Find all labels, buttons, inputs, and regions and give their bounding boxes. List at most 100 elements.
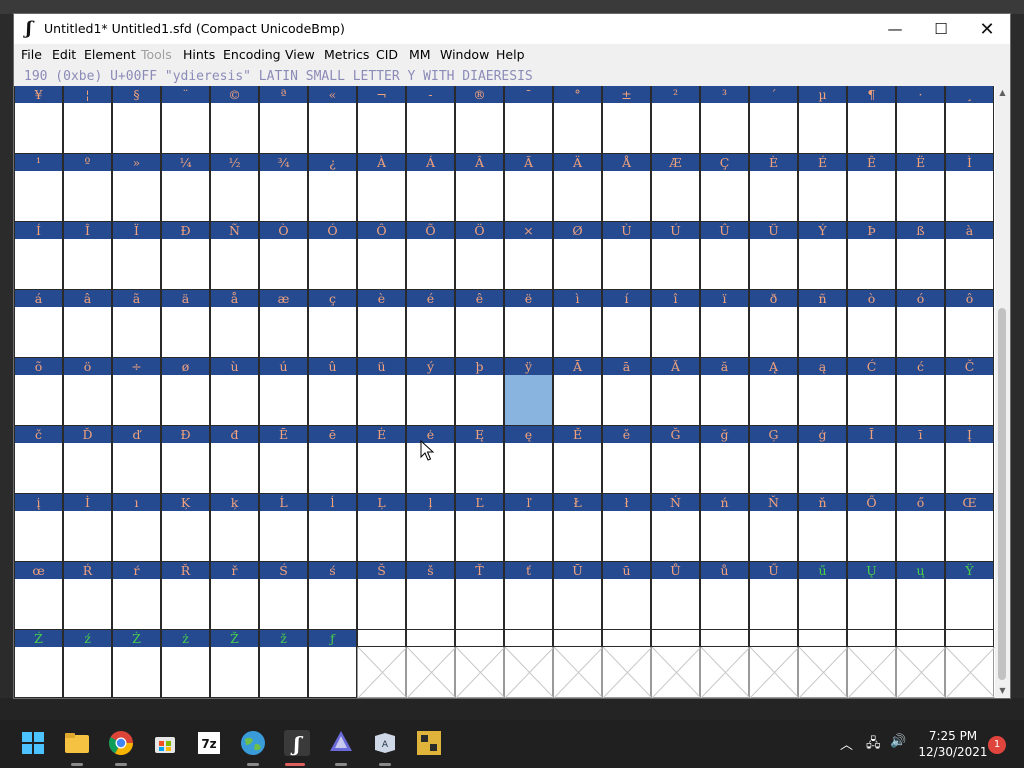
glyph-slot-empty[interactable] <box>357 630 407 698</box>
glyph-cell[interactable]: í <box>602 290 651 358</box>
glyph-box[interactable] <box>112 443 161 494</box>
glyph-cell[interactable]: ø <box>161 358 210 426</box>
glyph-box[interactable] <box>651 103 700 154</box>
glyph-cell[interactable]: · <box>896 86 945 154</box>
glyph-cell[interactable]: Ź <box>14 630 63 698</box>
glyph-cell[interactable]: Ä <box>553 154 602 222</box>
glyph-box[interactable] <box>210 307 259 358</box>
glyph-box[interactable] <box>161 443 210 494</box>
glyph-cell[interactable]: Ű <box>749 562 798 630</box>
glyph-cell[interactable]: ñ <box>798 290 847 358</box>
glyph-cell[interactable]: ľ <box>504 494 553 562</box>
glyph-box[interactable] <box>602 511 651 562</box>
glyph-cell[interactable]: Ī <box>847 426 896 494</box>
glyph-cell[interactable]: Ă <box>651 358 700 426</box>
glyph-cell[interactable]: Ę <box>455 426 504 494</box>
glyph-cell[interactable]: Ð <box>161 222 210 290</box>
glyph-cell[interactable]: ě <box>602 426 651 494</box>
glyph-box[interactable] <box>308 239 357 290</box>
close-button[interactable]: ✕ <box>964 14 1010 44</box>
glyph-box[interactable] <box>14 443 63 494</box>
glyph-cell[interactable]: - <box>406 86 455 154</box>
glyph-box[interactable] <box>602 443 651 494</box>
glyph-cell[interactable]: ś <box>308 562 357 630</box>
glyph-box[interactable] <box>896 579 945 630</box>
menu-window[interactable]: Window <box>440 44 489 66</box>
inkscape-icon[interactable] <box>326 728 356 758</box>
glyph-box[interactable] <box>553 171 602 222</box>
glyph-cell[interactable]: ű <box>798 562 847 630</box>
glyph-cell[interactable]: Ť <box>455 562 504 630</box>
menu-metrics[interactable]: Metrics <box>324 44 369 66</box>
glyph-cell[interactable]: Ő <box>847 494 896 562</box>
scrollbar-thumb[interactable] <box>998 308 1006 680</box>
glyph-box[interactable] <box>798 239 847 290</box>
glyph-slot-empty[interactable] <box>553 630 603 698</box>
glyph-cell[interactable]: ð <box>749 290 798 358</box>
glyph-box[interactable] <box>308 511 357 562</box>
glyph-cell[interactable]: ź <box>63 630 112 698</box>
glyph-box[interactable] <box>210 579 259 630</box>
glyph-box[interactable] <box>406 239 455 290</box>
glyph-cell[interactable]: ä <box>161 290 210 358</box>
glyph-cell[interactable]: ù <box>210 358 259 426</box>
glyph-cell[interactable]: Č <box>945 358 994 426</box>
glyph-box[interactable] <box>14 375 63 426</box>
glyph-box[interactable] <box>749 443 798 494</box>
glyph-box[interactable] <box>63 647 112 698</box>
glyph-cell[interactable]: Ē <box>259 426 308 494</box>
glyph-box[interactable] <box>798 579 847 630</box>
glyph-box[interactable] <box>749 171 798 222</box>
glyph-box[interactable] <box>455 511 504 562</box>
glyph-cell[interactable]: ¥ <box>14 86 63 154</box>
glyph-box[interactable] <box>651 171 700 222</box>
glyph-cell[interactable]: Ć <box>847 358 896 426</box>
glyph-box[interactable] <box>945 103 994 154</box>
glyph-cell[interactable]: Ļ <box>357 494 406 562</box>
glyph-cell[interactable]: Ø <box>553 222 602 290</box>
glyph-cell[interactable]: Ĺ <box>259 494 308 562</box>
menu-file[interactable]: File <box>21 44 42 66</box>
glyph-cell[interactable]: ´ <box>749 86 798 154</box>
glyph-box[interactable] <box>504 579 553 630</box>
glyph-box[interactable] <box>896 443 945 494</box>
glyph-cell[interactable]: Â <box>455 154 504 222</box>
glyph-cell[interactable]: æ <box>259 290 308 358</box>
glyph-box[interactable] <box>14 239 63 290</box>
glyph-box[interactable] <box>602 171 651 222</box>
glyph-cell[interactable]: ¨ <box>161 86 210 154</box>
glyph-cell[interactable]: ç <box>308 290 357 358</box>
glyph-box[interactable] <box>504 171 553 222</box>
glyph-cell[interactable]: ¼ <box>161 154 210 222</box>
glyph-slot-empty[interactable] <box>504 630 554 698</box>
glyph-box[interactable] <box>210 375 259 426</box>
glyph-cell[interactable]: ā <box>602 358 651 426</box>
glyph-box[interactable] <box>945 511 994 562</box>
glyph-cell[interactable]: ¦ <box>63 86 112 154</box>
glyph-cell[interactable]: ļ <box>406 494 455 562</box>
glyph-box[interactable] <box>602 103 651 154</box>
glyph-box[interactable] <box>651 239 700 290</box>
glyph-cell[interactable]: Ö <box>455 222 504 290</box>
glyph-cell[interactable]: ă <box>700 358 749 426</box>
glyph-box[interactable] <box>455 579 504 630</box>
notification-badge[interactable]: 1 <box>988 736 1006 754</box>
glyph-box[interactable] <box>259 511 308 562</box>
empty-glyph-box[interactable] <box>945 647 995 698</box>
empty-glyph-box[interactable] <box>651 647 701 698</box>
empty-glyph-box[interactable] <box>896 647 946 698</box>
glyph-cell[interactable]: º <box>63 154 112 222</box>
glyph-box[interactable] <box>896 171 945 222</box>
glyph-cell[interactable]: Ÿ <box>945 562 994 630</box>
glyph-cell[interactable]: Ñ <box>210 222 259 290</box>
glyph-cell[interactable]: į <box>14 494 63 562</box>
puzzle-app-icon[interactable] <box>414 728 444 758</box>
glyph-cell[interactable]: ę <box>504 426 553 494</box>
glyph-cell[interactable]: ĺ <box>308 494 357 562</box>
glyph-box[interactable] <box>798 511 847 562</box>
glyph-box[interactable] <box>308 171 357 222</box>
glyph-cell[interactable]: Ģ <box>749 426 798 494</box>
glyph-box[interactable] <box>14 307 63 358</box>
glyph-cell[interactable]: è <box>357 290 406 358</box>
glyph-slot-empty[interactable] <box>945 630 995 698</box>
